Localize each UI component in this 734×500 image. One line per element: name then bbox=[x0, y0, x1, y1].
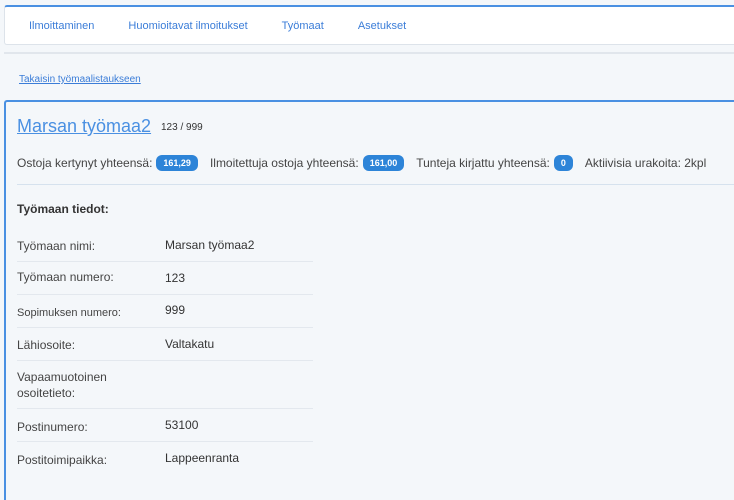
detail-label: Postinumero: bbox=[17, 420, 88, 434]
site-card: Marsan työmaa2 123 / 999 Ostoja kertynyt… bbox=[4, 100, 734, 500]
detail-label: Lähiosoite: bbox=[17, 338, 76, 352]
detail-row: Vapaamuotoinen osoitetieto: bbox=[17, 361, 313, 409]
nav-huomioitavat-ilmoitukset[interactable]: Huomioitavat ilmoitukset bbox=[128, 20, 247, 32]
detail-row: Lähiosoite: Valtakatu bbox=[17, 328, 313, 361]
back-link[interactable]: Takaisin työmaalistaukseen bbox=[19, 74, 141, 85]
stat-badge: 0 bbox=[553, 155, 573, 171]
stat-badge: 161,00 bbox=[362, 155, 405, 171]
stat-label: Tunteja kirjattu yhteensä: bbox=[416, 156, 550, 170]
divider bbox=[17, 184, 734, 185]
top-nav: Ilmoittaminen Huomioitavat ilmoitukset T… bbox=[4, 5, 734, 45]
site-numbers: 123 / 999 bbox=[161, 122, 203, 133]
nav-tyomaat[interactable]: Työmaat bbox=[282, 20, 324, 32]
stats-bar: Ostoja kertynyt yhteensä: 161,29 Ilmoitet… bbox=[17, 155, 710, 171]
detail-label: Sopimuksen numero: bbox=[17, 307, 121, 319]
detail-label: Postitoimipaikka: bbox=[17, 453, 108, 467]
divider bbox=[4, 52, 734, 54]
detail-row: Postinumero: 53100 bbox=[17, 409, 313, 442]
nav-ilmoittaminen[interactable]: Ilmoittaminen bbox=[29, 20, 94, 32]
site-title-link[interactable]: Marsan työmaa2 bbox=[17, 116, 151, 137]
detail-value: 999 bbox=[165, 303, 186, 317]
detail-value: 53100 bbox=[165, 418, 199, 432]
stat-label: Ilmoitettuja ostoja yhteensä: bbox=[209, 156, 359, 170]
details-heading: Työmaan tiedot: bbox=[17, 202, 109, 216]
detail-label: Työmaan numero: bbox=[17, 270, 114, 284]
detail-row: Sopimuksen numero: 999 bbox=[17, 295, 313, 328]
nav-asetukset[interactable]: Asetukset bbox=[358, 20, 406, 32]
stat-label: Aktiivisia urakoita: 2kpl bbox=[584, 156, 707, 170]
stat-badge: 161,29 bbox=[156, 155, 198, 171]
detail-label: Työmaan nimi: bbox=[17, 239, 96, 253]
detail-value: 123 bbox=[165, 271, 186, 285]
detail-value: Marsan työmaa2 bbox=[165, 238, 255, 252]
detail-row: Postitoimipaikka: Lappeenranta bbox=[17, 442, 313, 475]
detail-row: Työmaan numero: 123 bbox=[17, 262, 313, 295]
stat-label: Ostoja kertynyt yhteensä: bbox=[17, 156, 153, 170]
detail-row: Työmaan nimi: Marsan työmaa2 bbox=[17, 232, 313, 262]
detail-value: Lappeenranta bbox=[165, 451, 240, 465]
detail-value: Valtakatu bbox=[165, 337, 215, 351]
detail-label: Vapaamuotoinen osoitetieto: bbox=[17, 370, 107, 400]
